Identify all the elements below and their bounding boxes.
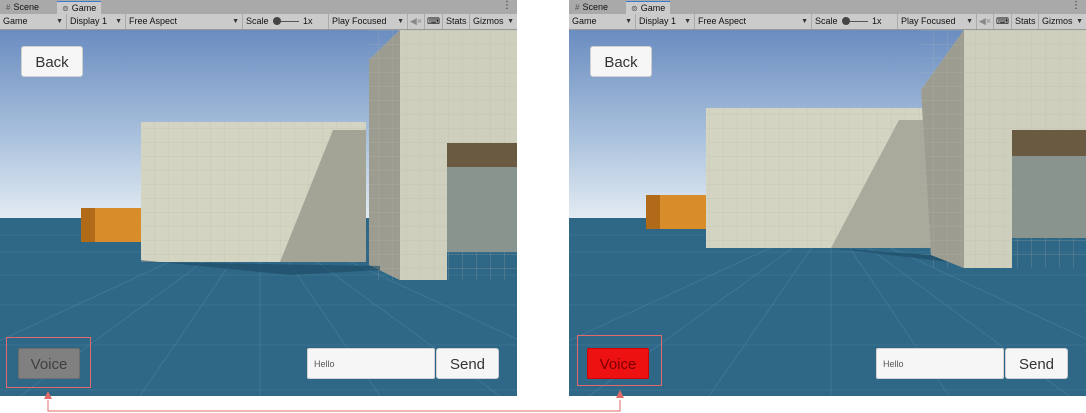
state-connector-arrow	[44, 390, 624, 412]
arrowhead-left	[44, 391, 52, 399]
arrowhead-right	[616, 390, 624, 398]
